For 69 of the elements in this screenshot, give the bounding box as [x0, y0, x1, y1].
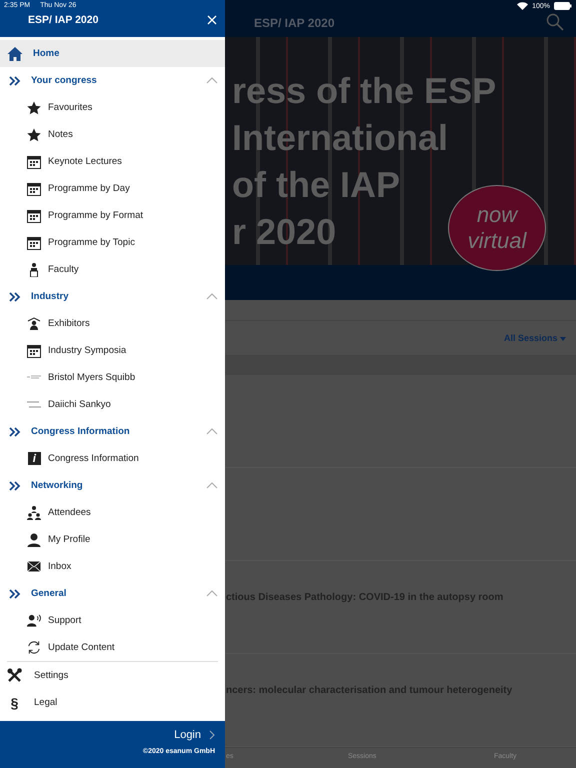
exhibitor-icon	[27, 316, 41, 330]
speech-bubble: now virtual	[448, 185, 546, 271]
menu-item[interactable]: Favourites	[0, 94, 225, 121]
menu-item[interactable]: Attendees	[0, 499, 225, 526]
menu-item[interactable]: Programme by Day	[0, 175, 225, 202]
star-icon	[27, 100, 41, 114]
caret-icon	[206, 482, 218, 489]
section-header[interactable]: Your congress	[0, 67, 225, 94]
menu-item[interactable]: Programme by Format	[0, 202, 225, 229]
close-icon[interactable]	[207, 15, 217, 25]
menu-item[interactable]: My Profile	[0, 526, 225, 553]
menu-item[interactable]: Support	[0, 607, 225, 634]
calendar-icon	[27, 154, 41, 168]
menu-item[interactable]: Industry Symposia	[0, 337, 225, 364]
refresh-icon	[27, 640, 41, 655]
banner-text: International	[232, 116, 448, 160]
calendar-icon	[27, 344, 41, 358]
star-icon	[27, 128, 41, 142]
menu-item[interactable]: Bristol Myers Squibb	[0, 364, 225, 391]
menu-item[interactable]: Settings	[0, 662, 225, 689]
menu-item[interactable]: Congress Information	[0, 445, 225, 472]
menu-item[interactable]: Daiichi Sankyo	[0, 391, 225, 418]
double-chevron-icon	[9, 292, 21, 302]
menu-item[interactable]: Home	[0, 40, 225, 67]
logo-icon	[27, 401, 41, 408]
battery-icon	[554, 2, 572, 10]
double-chevron-icon	[9, 76, 21, 86]
tools-icon	[7, 668, 22, 683]
caret-icon	[206, 428, 218, 435]
mail-icon	[27, 561, 41, 572]
menu-item[interactable]: Programme by Topic	[0, 229, 225, 256]
drawer-title: ESP/ IAP 2020	[28, 14, 98, 26]
section-header[interactable]: Congress Information	[0, 418, 225, 445]
menu-item[interactable]: Inbox	[0, 553, 225, 580]
section-header[interactable]: Industry	[0, 283, 225, 310]
banner-text: r 2020	[232, 210, 336, 254]
double-chevron-icon	[9, 480, 21, 490]
people-icon	[27, 506, 41, 520]
speaker-icon	[29, 262, 39, 276]
section-header[interactable]: Networking	[0, 472, 225, 499]
menu-item[interactable]: Faculty	[0, 256, 225, 283]
caret-icon	[206, 590, 218, 597]
home-icon	[7, 46, 23, 62]
menu-item[interactable]: Keynote Lectures	[0, 148, 225, 175]
app-title: ESP/ IAP 2020	[254, 16, 336, 30]
double-chevron-icon	[9, 588, 21, 598]
caret-icon	[206, 293, 218, 300]
caret-icon	[560, 337, 566, 341]
menu-item[interactable]: § Legal	[0, 689, 225, 716]
banner-text: of the IAP	[232, 163, 400, 207]
chevron-icon	[209, 730, 215, 740]
logo-icon	[27, 375, 41, 380]
calendar-icon	[27, 208, 41, 222]
calendar-icon	[27, 236, 41, 250]
section-header[interactable]: General	[0, 580, 225, 607]
menu-item[interactable]: Notes	[0, 121, 225, 148]
info-icon	[28, 452, 40, 465]
double-chevron-icon	[9, 426, 21, 436]
section-sign-icon: §	[10, 694, 18, 710]
support-icon	[27, 614, 41, 627]
menu-item[interactable]: Update Content	[0, 634, 225, 661]
search-icon[interactable]	[546, 13, 564, 31]
wifi-icon	[517, 2, 528, 10]
login-button[interactable]: Login	[174, 729, 215, 741]
banner-text: ress of the ESP	[232, 69, 496, 113]
calendar-icon	[27, 182, 41, 196]
caret-icon	[206, 77, 218, 84]
person-icon	[27, 532, 41, 546]
menu-item[interactable]: Exhibitors	[0, 310, 225, 337]
